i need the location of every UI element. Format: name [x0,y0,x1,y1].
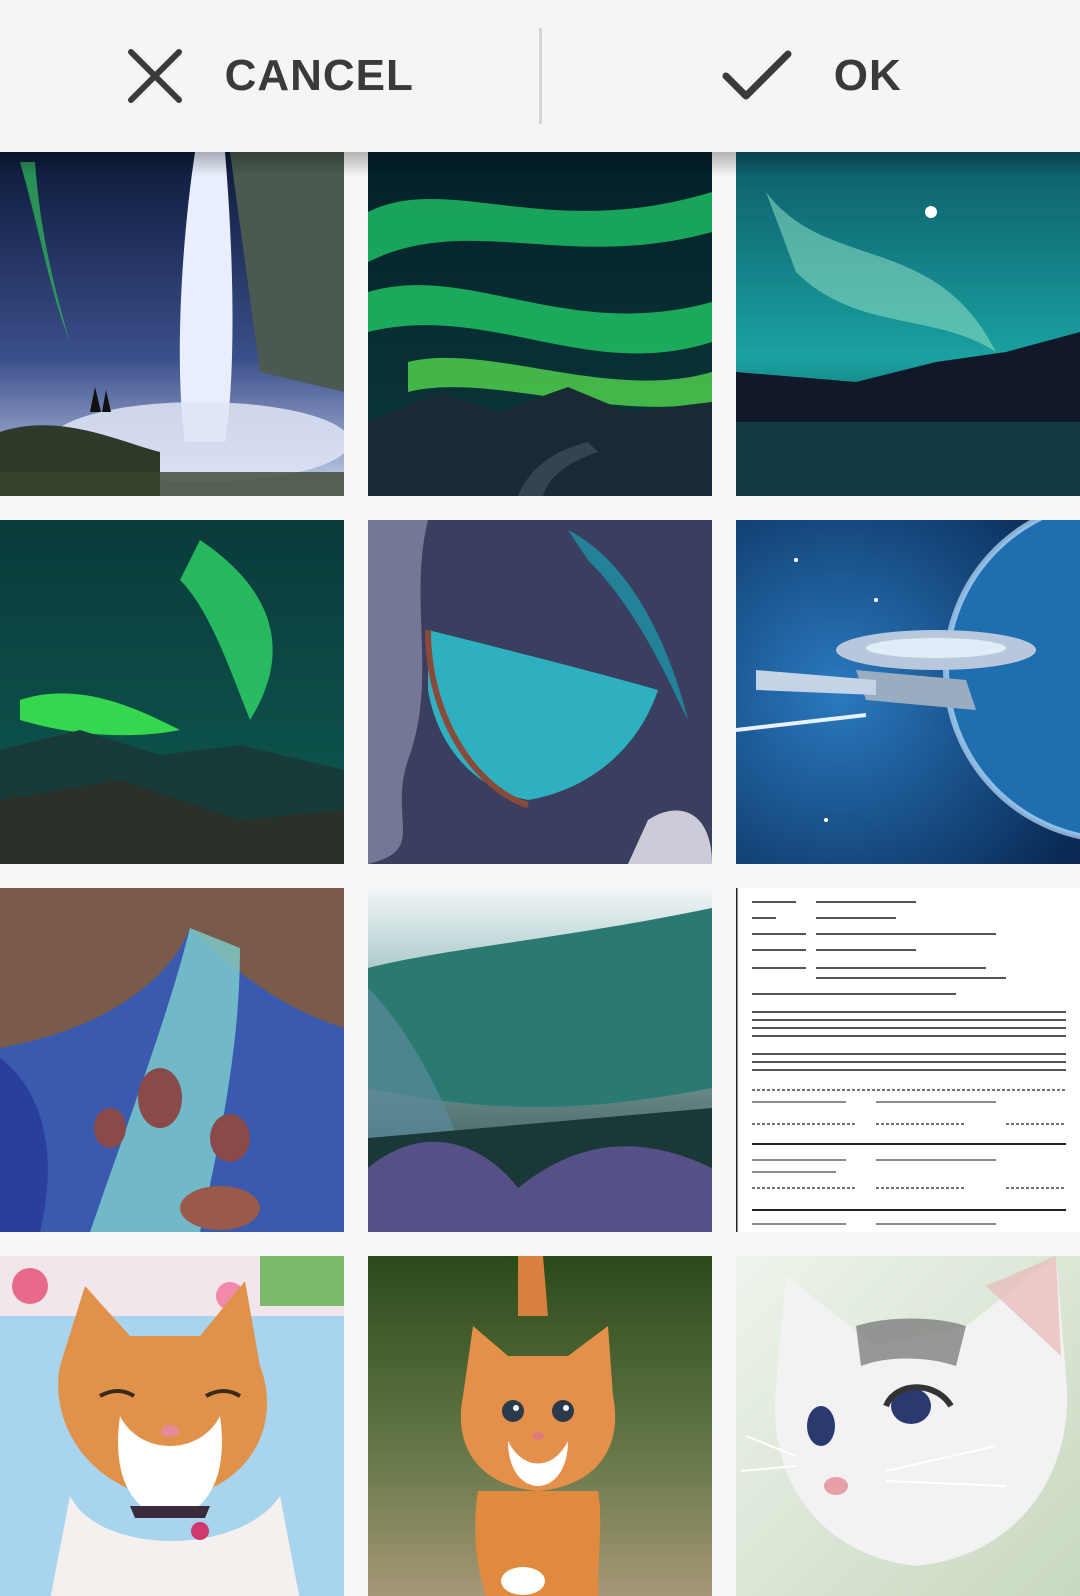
forest-valley-image [368,888,712,1232]
aurora-lake-image [736,152,1080,496]
image-thumbnail-smiling-cat[interactable] [0,1256,344,1596]
image-thumbnail-forest-valley[interactable] [368,888,712,1232]
image-thumbnail-aurora-green-sky[interactable] [368,152,712,496]
cancel-button[interactable]: CANCEL [0,0,539,152]
aurora-green-sky-image [368,152,712,496]
image-thumbnail-aurora-mountains[interactable] [0,520,344,864]
starship-space-image [736,520,1080,864]
orange-kitten-image [368,1256,712,1596]
image-thumbnail-satellite-island[interactable] [368,520,712,864]
aurora-mountains-image [0,520,344,864]
image-grid [0,152,1080,1596]
ok-label: OK [833,51,902,100]
cancel-label: CANCEL [224,51,414,100]
ok-button[interactable]: OK [542,0,1080,152]
close-icon [125,46,185,106]
check-icon [720,46,794,106]
image-thumbnail-white-kitten[interactable] [736,1256,1080,1596]
image-thumbnail-orange-kitten[interactable] [368,1256,712,1596]
text-document-image [736,888,1080,1232]
aurora-waterfall-image [0,152,344,496]
river-delta-satellite-image [0,888,344,1232]
image-thumbnail-aurora-lake[interactable] [736,152,1080,496]
image-thumbnail-starship-space[interactable] [736,520,1080,864]
satellite-island-image [368,520,712,864]
image-thumbnail-aurora-waterfall[interactable] [0,152,344,496]
image-thumbnail-river-delta-satellite[interactable] [0,888,344,1232]
white-kitten-image [736,1256,1080,1596]
smiling-cat-image [0,1256,344,1596]
top-action-bar: CANCEL OK [0,0,1080,152]
image-thumbnail-text-document[interactable] [736,888,1080,1232]
